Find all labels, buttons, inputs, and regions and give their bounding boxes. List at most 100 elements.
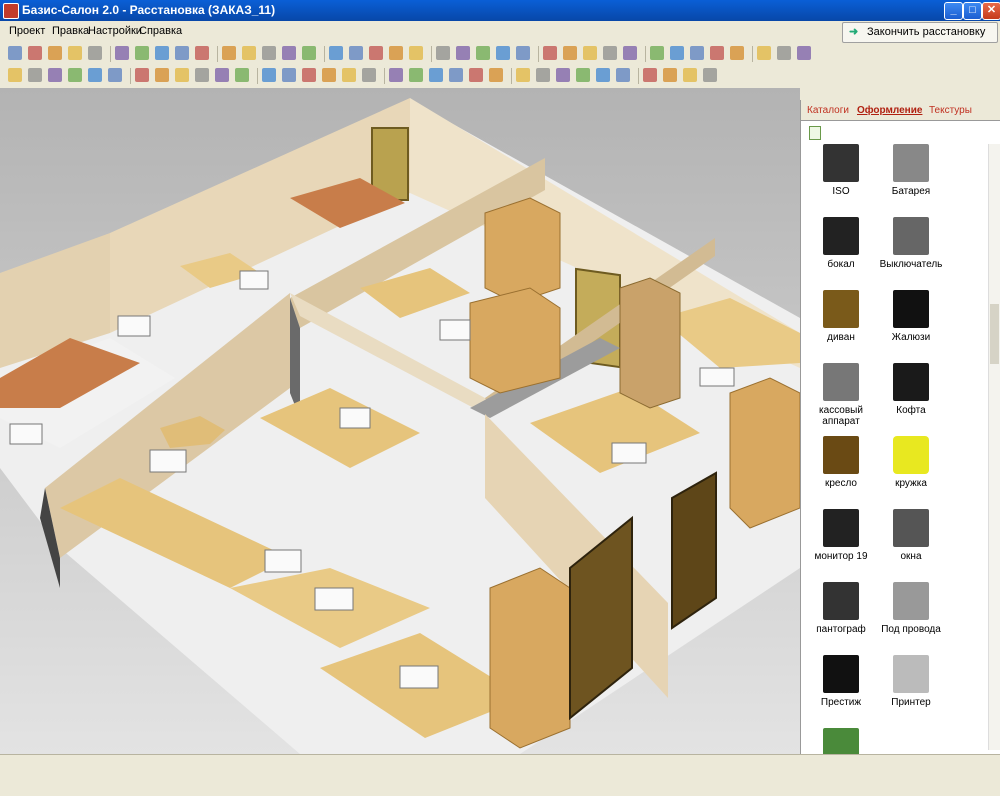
catalog-item[interactable]: окна [871,509,951,577]
view-tool-icon[interactable] [68,68,82,82]
toolbar-tool-icon[interactable] [242,46,256,60]
toolbar-tool-icon[interactable] [8,46,22,60]
catalog-item[interactable]: бокал [801,217,881,285]
menu-project[interactable]: Проект [9,25,45,37]
view-tool-icon[interactable] [643,68,657,82]
toolbar-tool-icon[interactable] [777,46,791,60]
catalog-item[interactable]: Под провода [871,582,951,650]
view-tool-icon[interactable] [175,68,189,82]
catalog-item[interactable]: Батарея [871,144,951,212]
toolbar-tool-icon[interactable] [115,46,129,60]
catalog-item[interactable]: ISO [801,144,881,212]
toolbar-tool-icon[interactable] [563,46,577,60]
view-tool-icon[interactable] [703,68,717,82]
view-tool-icon[interactable] [362,68,376,82]
view-tool-icon[interactable] [282,68,296,82]
toolbar-tool-icon[interactable] [195,46,209,60]
catalog-item[interactable]: Принтер [871,655,951,723]
view-tool-icon[interactable] [88,68,102,82]
toolbar-tool-icon[interactable] [175,46,189,60]
view-tool-icon[interactable] [389,68,403,82]
catalog-item[interactable]: Жалюзи [871,290,951,358]
catalog-item[interactable]: Выключатель [871,217,951,285]
toolbar-tool-icon[interactable] [222,46,236,60]
3d-viewport[interactable] [0,88,800,754]
toolbar-tool-icon[interactable] [329,46,343,60]
scroll-thumb[interactable] [990,304,999,364]
toolbar-tool-icon[interactable] [516,46,530,60]
finish-arrangement-button[interactable]: ➜ Закончить расстановку [842,22,998,43]
maximize-button[interactable]: □ [963,2,982,20]
view-tool-icon[interactable] [195,68,209,82]
view-tool-icon[interactable] [322,68,336,82]
toolbar-tool-icon[interactable] [650,46,664,60]
toolbar-tool-icon[interactable] [670,46,684,60]
view-tool-icon[interactable] [8,68,22,82]
tab-textures[interactable]: Текстуры [929,105,972,116]
view-tool-icon[interactable] [135,68,149,82]
view-tool-icon[interactable] [28,68,42,82]
minimize-button[interactable]: _ [944,2,963,20]
view-tool-icon[interactable] [108,68,122,82]
catalog-item[interactable]: монитор 19 [801,509,881,577]
toolbar-tool-icon[interactable] [730,46,744,60]
toolbar-tool-icon[interactable] [155,46,169,60]
toolbar-tool-icon[interactable] [543,46,557,60]
view-tool-icon[interactable] [489,68,503,82]
toolbar-tool-icon[interactable] [262,46,276,60]
toolbar-tool-icon[interactable] [48,46,62,60]
toolbar-tool-icon[interactable] [409,46,423,60]
view-tool-icon[interactable] [155,68,169,82]
toolbar-tool-icon[interactable] [389,46,403,60]
tab-decoration[interactable]: Оформление [857,105,922,116]
view-tool-icon[interactable] [215,68,229,82]
view-tool-icon[interactable] [429,68,443,82]
view-tool-icon[interactable] [48,68,62,82]
catalog-item[interactable]: диван [801,290,881,358]
view-tool-icon[interactable] [409,68,423,82]
view-tool-icon[interactable] [262,68,276,82]
view-tool-icon[interactable] [449,68,463,82]
toolbar-tool-icon[interactable] [135,46,149,60]
view-tool-icon[interactable] [616,68,630,82]
toolbar-tool-icon[interactable] [68,46,82,60]
catalog-item[interactable]: кресло [801,436,881,504]
view-tool-icon[interactable] [516,68,530,82]
catalog-item[interactable]: кружка [871,436,951,504]
catalog-scrollbar[interactable] [988,144,1000,750]
toolbar-tool-icon[interactable] [476,46,490,60]
toolbar-tool-icon[interactable] [456,46,470,60]
catalog-item[interactable]: Кофта [871,363,951,431]
toolbar-tool-icon[interactable] [349,46,363,60]
view-tool-icon[interactable] [235,68,249,82]
close-button[interactable]: ✕ [982,2,1000,20]
toolbar-tool-icon[interactable] [436,46,450,60]
catalog-item[interactable]: пантограф [801,582,881,650]
view-tool-icon[interactable] [556,68,570,82]
toolbar-tool-icon[interactable] [496,46,510,60]
view-tool-icon[interactable] [596,68,610,82]
toolbar-tool-icon[interactable] [369,46,383,60]
view-tool-icon[interactable] [342,68,356,82]
add-item-icon[interactable] [809,126,821,140]
toolbar-tool-icon[interactable] [690,46,704,60]
toolbar-tool-icon[interactable] [797,46,811,60]
view-tool-icon[interactable] [663,68,677,82]
toolbar-tool-icon[interactable] [88,46,102,60]
tab-catalogs[interactable]: Каталоги [807,105,849,116]
view-tool-icon[interactable] [536,68,550,82]
menu-edit[interactable]: Правка [52,25,89,37]
menu-settings[interactable]: Настройки [88,25,142,37]
toolbar-tool-icon[interactable] [623,46,637,60]
toolbar-tool-icon[interactable] [28,46,42,60]
toolbar-tool-icon[interactable] [757,46,771,60]
view-tool-icon[interactable] [469,68,483,82]
view-tool-icon[interactable] [576,68,590,82]
menu-help[interactable]: Справка [139,25,182,37]
toolbar-tool-icon[interactable] [282,46,296,60]
catalog-item[interactable]: Престиж [801,655,881,723]
view-tool-icon[interactable] [683,68,697,82]
toolbar-tool-icon[interactable] [603,46,617,60]
toolbar-tool-icon[interactable] [710,46,724,60]
toolbar-tool-icon[interactable] [583,46,597,60]
